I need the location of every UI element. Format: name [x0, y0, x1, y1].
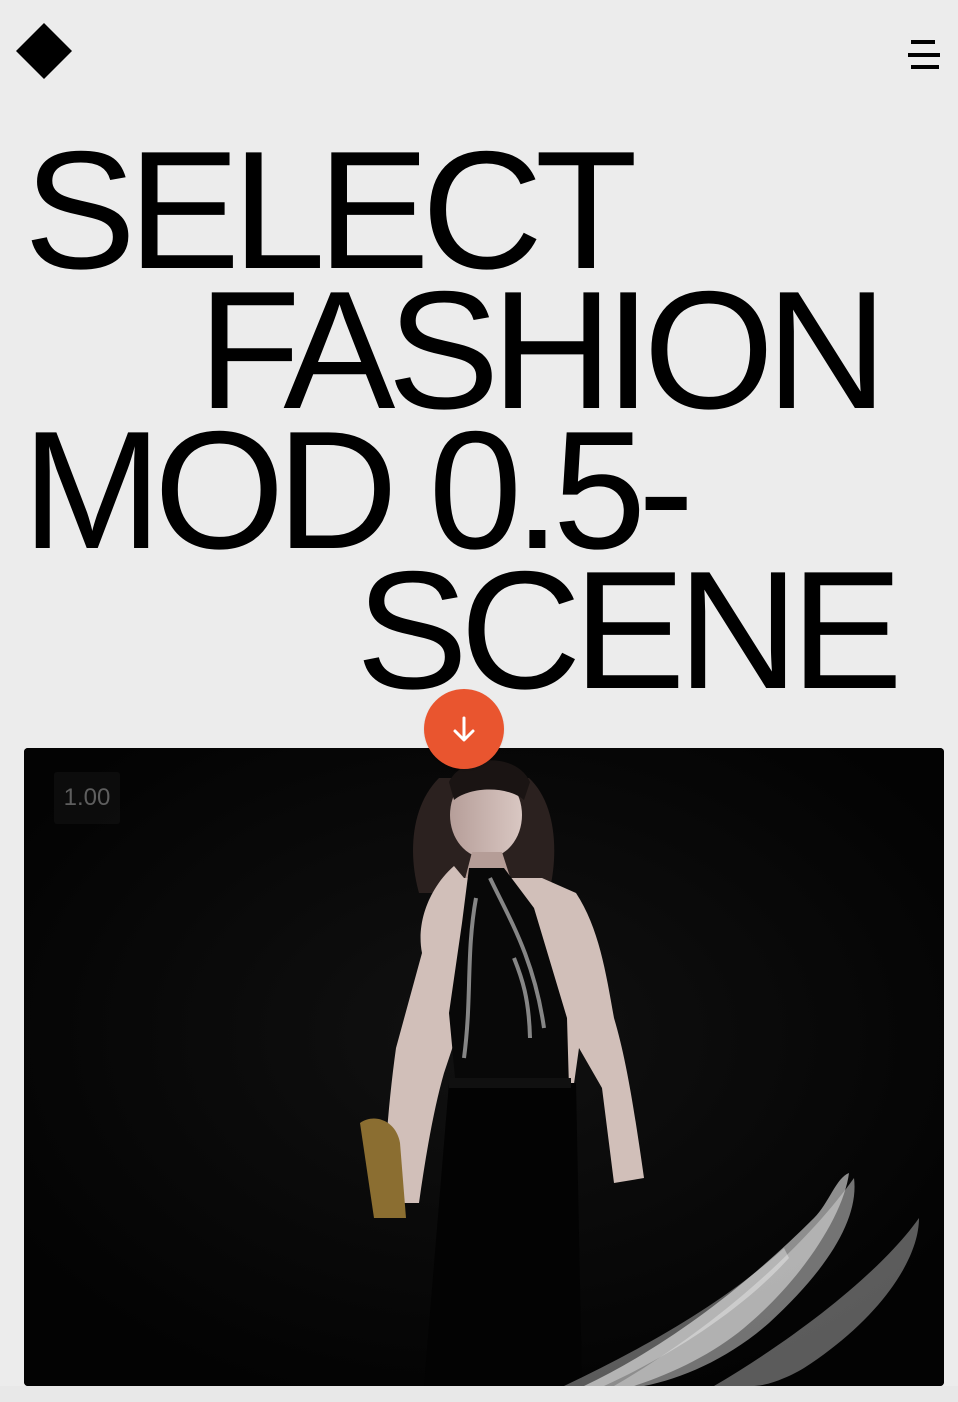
hero-title-line-4: SCENE: [356, 536, 903, 724]
page: SELECT FASHION MOD 0.5- SCENE 1.00: [0, 0, 958, 1402]
hero-title: SELECT FASHION MOD 0.5- SCENE: [0, 0, 958, 714]
runway-model-image: [24, 748, 944, 1386]
bottom-edge-bar: [0, 1386, 958, 1402]
scroll-down-button[interactable]: [424, 689, 504, 769]
fashion-video-player[interactable]: 1.00: [24, 748, 944, 1386]
arrow-down-icon: [453, 716, 475, 742]
playback-speed-indicator: 1.00: [54, 772, 120, 824]
